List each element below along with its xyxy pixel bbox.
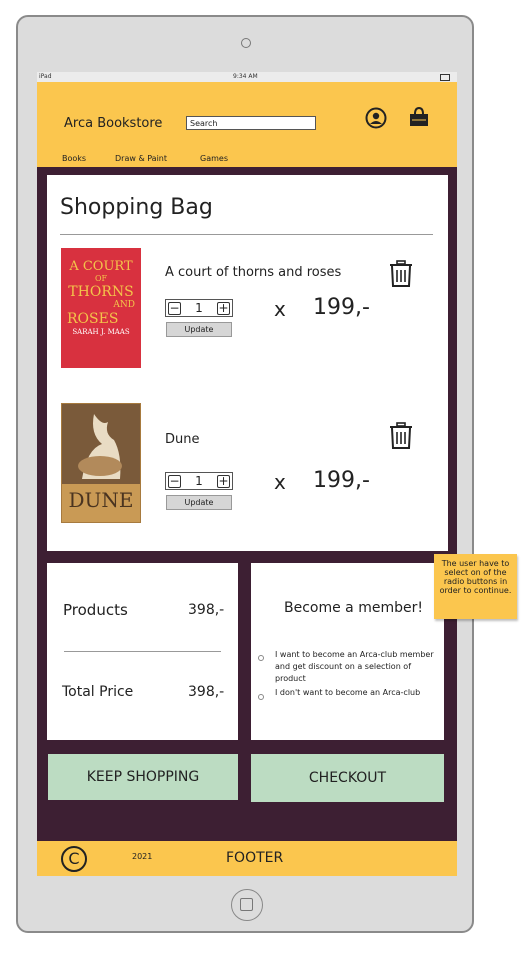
trash-icon[interactable]: [389, 422, 413, 450]
page-title: Shopping Bag: [60, 195, 213, 220]
checkout-button[interactable]: CHECKOUT: [251, 754, 444, 802]
cover-line: A COURT: [69, 259, 133, 274]
status-bar: iPad 9:34 AM: [37, 72, 457, 82]
quantity-stepper[interactable]: − 1 +: [165, 299, 233, 317]
product-name: Dune: [165, 432, 200, 447]
membership-radio-no[interactable]: [258, 694, 264, 700]
total-price-label: Total Price: [62, 684, 134, 700]
brand-logo[interactable]: Arca Bookstore: [64, 116, 162, 131]
site-header: Arca Bookstore Search Books Draw & Paint…: [37, 82, 457, 167]
battery-icon: [440, 74, 450, 81]
camera-icon: [241, 38, 251, 48]
user-account-icon[interactable]: [365, 107, 387, 129]
status-time: 9:34 AM: [233, 73, 258, 80]
cover-line: AND: [113, 300, 135, 310]
quantity-value: 1: [195, 301, 203, 315]
book-cover-dune[interactable]: DUNE: [61, 403, 141, 523]
membership-option-yes: I want to become an Arca-club member and…: [275, 650, 434, 683]
device-label: iPad: [39, 73, 52, 80]
search-input[interactable]: Search: [186, 116, 316, 130]
product-price: 199,-: [313, 468, 370, 493]
nav-draw-paint[interactable]: Draw & Paint: [115, 154, 167, 163]
dune-artwork-icon: [62, 404, 140, 484]
membership-panel: Become a member! I want to become an Arc…: [251, 563, 444, 740]
cover-author: SARAH J. MAAS: [72, 328, 130, 336]
minus-icon[interactable]: −: [168, 301, 181, 315]
plus-icon[interactable]: +: [216, 474, 230, 488]
home-square-icon: [240, 898, 253, 911]
footer-year: 2021: [132, 852, 153, 861]
multiply-sign: x: [274, 297, 286, 321]
summary-divider: [64, 651, 221, 652]
cover-title: DUNE: [68, 488, 134, 512]
footer-label: FOOTER: [226, 850, 284, 866]
update-button[interactable]: Update: [166, 322, 232, 337]
membership-title: Become a member!: [284, 600, 423, 616]
divider: [60, 234, 433, 235]
screen: iPad 9:34 AM Arca Bookstore Search Books…: [37, 72, 457, 876]
multiply-sign: x: [274, 470, 286, 494]
nav-games[interactable]: Games: [200, 154, 228, 163]
cover-line: OF: [94, 274, 108, 283]
order-summary: Products 398,- Total Price 398,-: [47, 563, 238, 740]
shopping-bag-panel: Shopping Bag A COURT OF THORNS AND ROSES…: [47, 175, 448, 551]
book-cover-acotar[interactable]: A COURT OF THORNS AND ROSES SARAH J. MAA…: [61, 248, 141, 368]
update-button[interactable]: Update: [166, 495, 232, 510]
product-price: 199,-: [313, 295, 370, 320]
membership-radio-yes[interactable]: [258, 655, 264, 661]
products-label: Products: [63, 601, 128, 619]
minus-icon[interactable]: −: [168, 474, 181, 488]
quantity-stepper[interactable]: − 1 +: [165, 472, 233, 490]
membership-option-no: I don't want to become an Arca-club: [275, 688, 421, 697]
sticky-note: The user have to select on of the radio …: [434, 554, 517, 619]
total-price-value: 398,-: [188, 684, 225, 700]
product-name: A court of thorns and roses: [165, 265, 342, 280]
site-footer: C 2021 FOOTER: [37, 841, 457, 876]
shopping-bag-icon[interactable]: [408, 106, 430, 128]
cover-line: ROSES: [67, 311, 119, 327]
plus-icon[interactable]: +: [216, 301, 230, 315]
products-value: 398,-: [188, 602, 225, 618]
quantity-value: 1: [195, 474, 203, 488]
cover-line: THORNS: [68, 284, 134, 300]
keep-shopping-button[interactable]: KEEP SHOPPING: [48, 754, 238, 800]
copyright-icon: C: [61, 846, 87, 872]
trash-icon[interactable]: [389, 260, 413, 288]
nav-books[interactable]: Books: [62, 154, 86, 163]
